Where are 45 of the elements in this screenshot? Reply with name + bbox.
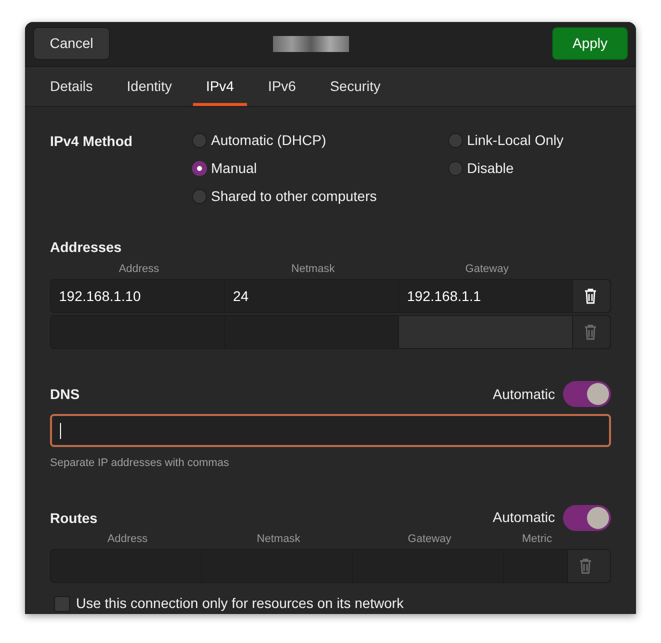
tab[interactable]: Identity (114, 66, 185, 106)
column-header: Address (118, 262, 160, 276)
column-header: Gateway (464, 262, 510, 276)
radio-label: Disable (467, 159, 514, 178)
toggle-label: Automatic (492, 384, 555, 404)
toggle-switch[interactable] (563, 504, 611, 530)
column-header: Gateway (406, 532, 452, 546)
checkbox[interactable] (54, 596, 70, 612)
radio-label: Automatic (DHCP) (211, 131, 326, 150)
table-input-field[interactable]: 24 (225, 280, 399, 312)
hint-text: Separate IP addresses with commas (50, 456, 230, 471)
checkbox-label: Use this connection only for resources on its network (76, 594, 404, 613)
tab[interactable]: Details (37, 66, 106, 106)
route-entry-row[interactable] (50, 549, 611, 583)
apply-button[interactable]: Apply (552, 27, 628, 60)
dns-input-field[interactable] (50, 414, 611, 447)
cancel-button[interactable]: Cancel (33, 27, 110, 60)
method-label: IPv4 Method (50, 132, 134, 150)
radio-label: Manual (211, 159, 257, 178)
column-header: Metric (521, 532, 553, 546)
section-title: Routes (50, 508, 98, 528)
radio-label: Shared to other computers (211, 187, 377, 206)
text-cursor (60, 422, 61, 438)
toggle-label: Automatic (492, 508, 555, 527)
section-title: Addresses (50, 238, 123, 256)
toggle-switch[interactable] (563, 381, 611, 407)
tab[interactable]: IPv4 (192, 66, 247, 106)
section-title: DNS (50, 385, 80, 404)
trash-icon (578, 558, 592, 574)
tab[interactable]: IPv6 (254, 66, 309, 106)
radio-button[interactable] (448, 133, 463, 148)
column-header: Address (106, 532, 149, 546)
column-header: Netmask (290, 262, 336, 276)
trash-icon (584, 288, 596, 304)
column-header: Netmask (256, 532, 302, 546)
table-input-field[interactable]: 192.168.1.1 (399, 280, 573, 312)
radio-button[interactable] (192, 133, 207, 148)
radio-button[interactable] (448, 161, 463, 176)
radio-button[interactable] (192, 189, 207, 204)
tab[interactable]: Security (316, 66, 394, 106)
radio-button[interactable] (192, 161, 207, 176)
table-input-field[interactable]: 192.168.1.10 (51, 280, 225, 312)
address-entry-row[interactable]: 192.168.1.10 24 192.168.1.1 (50, 279, 611, 313)
radio-label: Link-Local Only (467, 131, 564, 150)
trash-icon (584, 324, 596, 340)
